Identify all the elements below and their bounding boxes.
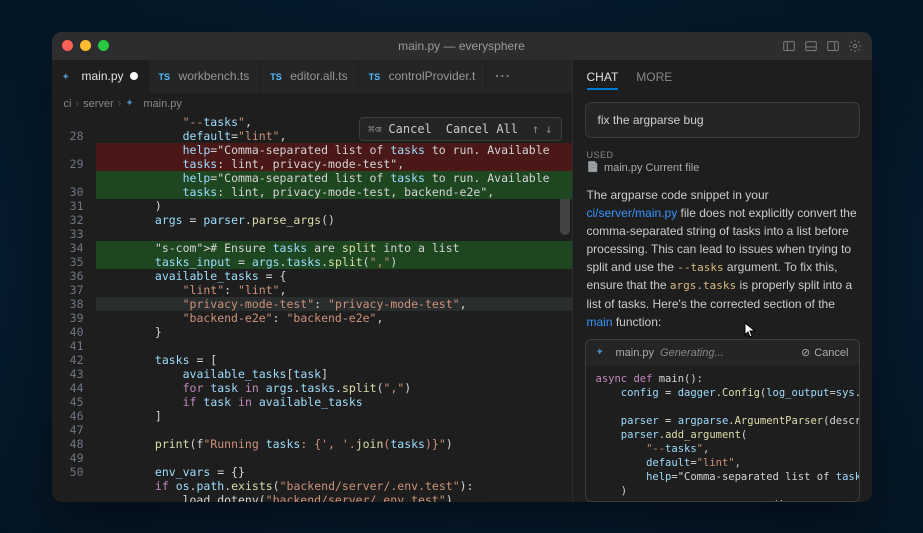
cancel-button[interactable]: Cancel [388, 122, 431, 136]
line-gutter: 2829303132333435363738394041424344454647… [52, 115, 96, 493]
tab-label: workbench.ts [179, 69, 250, 83]
tab-main-py[interactable]: main.py [52, 60, 149, 93]
window-title: main.py — everysphere [398, 39, 525, 53]
breadcrumb-segment[interactable]: ci [64, 98, 72, 110]
chevron-right-icon: › [75, 98, 79, 110]
python-icon [62, 69, 76, 83]
typescript-icon [159, 69, 173, 83]
breadcrumb-segment[interactable]: main.py [143, 98, 182, 110]
panel-right-icon[interactable] [826, 39, 840, 53]
traffic-lights [62, 40, 109, 51]
cancel-icon: ⊘ [801, 346, 810, 359]
inline-code: args.tasks [670, 279, 736, 292]
editor-tabs: main.py workbench.ts editor.all.ts contr… [52, 60, 572, 93]
editor-pane: main.py workbench.ts editor.all.ts contr… [52, 60, 572, 502]
tab-more[interactable]: MORE [636, 70, 672, 90]
app-window: main.py — everysphere main.py workbench.… [52, 32, 872, 502]
titlebar: main.py — everysphere [52, 32, 872, 60]
typescript-icon [270, 69, 284, 83]
cancel-all-button[interactable]: Cancel All [446, 122, 518, 136]
chat-query-box[interactable]: fix the argparse bug [585, 102, 860, 138]
chat-panel: CHAT MORE fix the argparse bug USED main… [572, 60, 872, 502]
inline-code[interactable]: main [587, 315, 613, 329]
titlebar-icons [782, 39, 862, 53]
tab-control-provider[interactable]: controlProvider.t [359, 60, 487, 93]
python-icon [596, 346, 610, 360]
typescript-icon [369, 69, 383, 83]
panel-left-icon[interactable] [782, 39, 796, 53]
snippet-header: main.py Generating... ⊘ Cancel [586, 340, 859, 366]
arrow-up-icon[interactable]: ↑ [532, 122, 539, 136]
close-button[interactable] [62, 40, 73, 51]
snippet-filename: main.py [616, 347, 655, 359]
chevron-right-icon: › [118, 98, 122, 110]
more-tabs-icon[interactable]: ⋯ [486, 60, 518, 93]
code-editor[interactable]: ⌘⌫ Cancel Cancel All ↑ ↓ 282930313233343… [52, 115, 572, 502]
mouse-cursor-icon [744, 322, 758, 340]
minimize-button[interactable] [80, 40, 91, 51]
dirty-indicator-icon [130, 72, 138, 80]
maximize-button[interactable] [98, 40, 109, 51]
tab-label: controlProvider.t [389, 69, 476, 83]
gear-icon[interactable] [848, 39, 862, 53]
chat-response: The argparse code snippet in your ci/ser… [573, 182, 872, 339]
tab-chat[interactable]: CHAT [587, 70, 619, 90]
breadcrumb[interactable]: ci › server › main.py [52, 93, 572, 115]
code-snippet: main.py Generating... ⊘ Cancel async def… [585, 339, 860, 502]
keyboard-shortcut: ⌘⌫ [368, 123, 381, 136]
tab-workbench[interactable]: workbench.ts [149, 60, 261, 93]
snippet-status: Generating... [660, 347, 724, 359]
used-file-item[interactable]: main.py Current file [587, 162, 858, 174]
panel-bottom-icon[interactable] [804, 39, 818, 53]
tab-label: main.py [82, 69, 124, 83]
inline-action-bar: ⌘⌫ Cancel Cancel All ↑ ↓ [359, 117, 562, 141]
snippet-cancel-button[interactable]: ⊘ Cancel [801, 346, 848, 359]
tab-editor-all[interactable]: editor.all.ts [260, 60, 358, 93]
python-icon [125, 97, 139, 111]
breadcrumb-segment[interactable]: server [83, 98, 114, 110]
used-label: USED [587, 150, 858, 160]
file-link[interactable]: ci/server/main.py [587, 206, 678, 220]
chat-tabs: CHAT MORE [573, 60, 872, 98]
snippet-body[interactable]: async def main(): config = dagger.Config… [586, 366, 859, 502]
code-lines[interactable]: "--tasks", default="lint", help="Comma-s… [96, 115, 572, 502]
tab-label: editor.all.ts [290, 69, 347, 83]
arrow-down-icon[interactable]: ↓ [545, 122, 552, 136]
inline-code: --tasks [677, 261, 723, 274]
